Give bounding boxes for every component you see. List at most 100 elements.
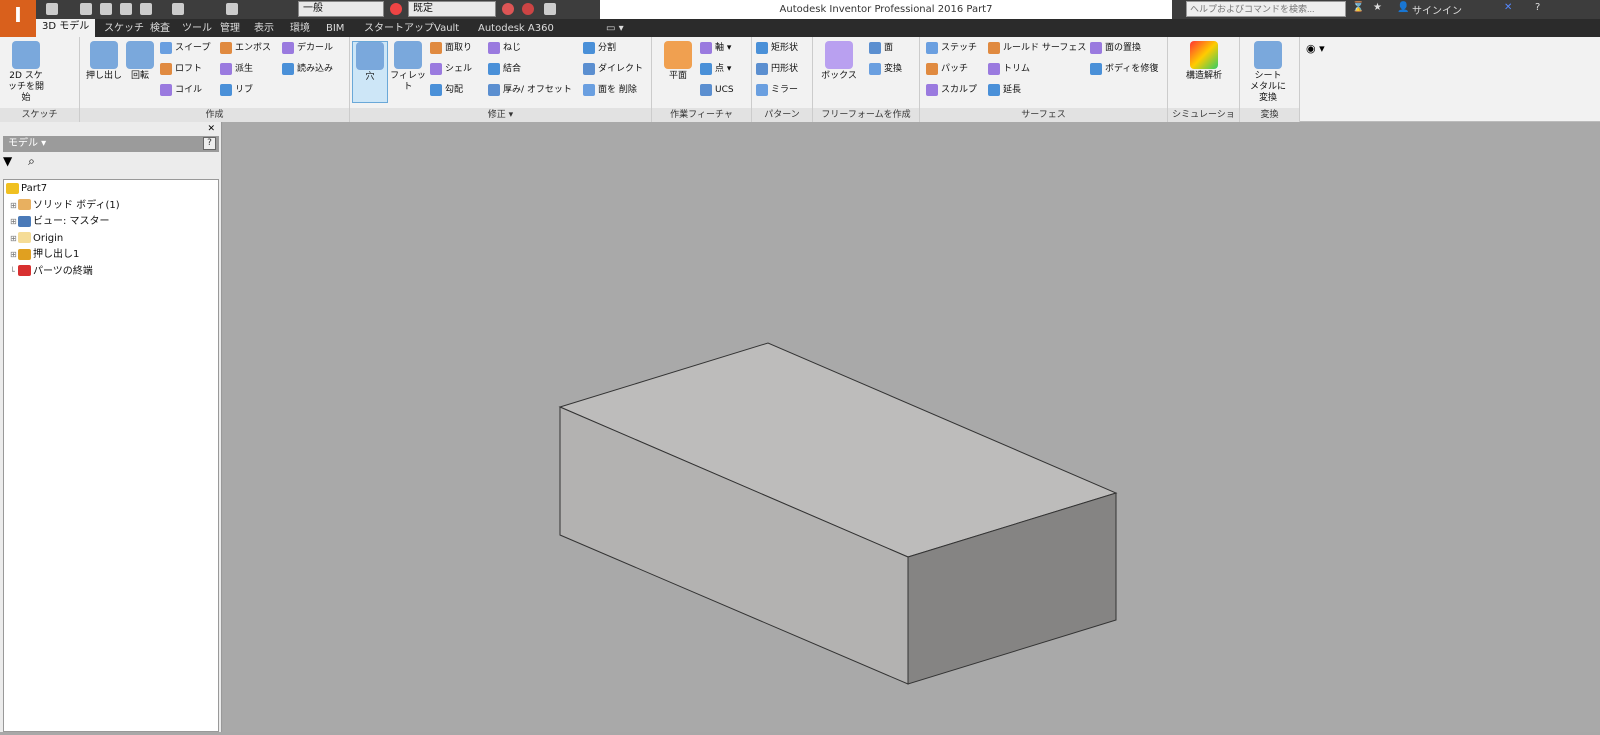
home-icon[interactable] (172, 3, 184, 15)
ribbon-icon (583, 83, 595, 96)
redo-icon[interactable] (140, 3, 152, 15)
ribbon-button-8-0[interactable]: シート メタルに変換 (1250, 41, 1286, 104)
ribbon-button-label: デカール (297, 43, 334, 53)
application-menu-button[interactable]: I (0, 0, 36, 37)
ribbon-button-5-0-1[interactable]: 変換 (869, 62, 902, 78)
tree-node[interactable]: ⊞ ソリッド ボディ(1) (10, 199, 120, 213)
ribbon-button-2-1-0[interactable]: ねじ (488, 41, 521, 57)
ribbon-button-6-2-0[interactable]: 面の置換 (1090, 41, 1141, 57)
help-icon[interactable]: ? (1535, 2, 1540, 13)
ribbon-button-1-0[interactable]: 押し出し (86, 41, 122, 82)
tab-10[interactable]: Autodesk A360 (472, 21, 560, 37)
user-icon[interactable]: 👤 (1397, 2, 1409, 13)
ribbon-button-6-0-0[interactable]: ステッチ (926, 41, 977, 57)
expand-icon[interactable]: ⊞ (10, 215, 18, 229)
filter-icon[interactable]: ▼ (3, 154, 12, 168)
ribbon-button-2-1-2[interactable]: 厚み/ オフセット (488, 83, 572, 99)
color-wheel-icon[interactable] (390, 3, 402, 15)
display-toggle-icon[interactable]: ▭ ▾ (600, 21, 630, 37)
tree-node[interactable]: ⊞ Origin (10, 232, 63, 246)
graphics-viewport[interactable] (223, 122, 1600, 732)
ribbon-button-2-2-2[interactable]: 面を 削除 (583, 83, 637, 99)
ribbon-button-2-0-0[interactable]: 面取り (430, 41, 472, 57)
ribbon-button-4-0-2[interactable]: ミラー (756, 83, 798, 99)
update-icon[interactable] (226, 3, 238, 15)
material-combo[interactable]: 既定 (408, 1, 496, 17)
tab-7[interactable]: BIM (320, 21, 350, 37)
help-icon[interactable]: ? (203, 137, 216, 150)
clear-override-icon[interactable] (502, 3, 514, 15)
tab-5[interactable]: 表示 (248, 21, 280, 37)
appearance-combo[interactable]: 一般 (298, 1, 384, 17)
tree-node[interactable]: Part7 (6, 182, 47, 196)
ribbon-button-2-0[interactable]: 穴 (352, 41, 388, 103)
ribbon-button-1-2-1[interactable]: 読み込み (282, 62, 333, 78)
ribbon-icon (664, 41, 692, 69)
ribbon-button-5-0[interactable]: ボックス (821, 41, 857, 82)
tab-3[interactable]: ツール (176, 21, 218, 37)
ribbon-button-1-2-0[interactable]: デカール (282, 41, 333, 57)
ribbon-button-0-0[interactable]: 2D スケッチを開始 (8, 41, 44, 104)
model-view[interactable] (223, 122, 1600, 732)
tree-node[interactable]: ⊞ ビュー: マスター (10, 215, 110, 229)
ribbon-button-6-0-1[interactable]: パッチ (926, 62, 968, 78)
expand-icon[interactable]: ⊞ (10, 248, 18, 262)
ribbon-button-6-1-1[interactable]: トリム (988, 62, 1030, 78)
exchange-icon[interactable]: ✕ (1504, 2, 1512, 13)
ribbon-button-2-1-1[interactable]: 結合 (488, 62, 521, 78)
ribbon-button-1-1-1[interactable]: 派生 (220, 62, 253, 78)
find-icon[interactable]: ⌕ (28, 154, 35, 168)
ribbon-button-1-1-0[interactable]: エンボス (220, 41, 271, 57)
tab-1[interactable]: スケッチ (98, 21, 150, 37)
ribbon-button-6-0-2[interactable]: スカルプ (926, 83, 977, 99)
tree-line[interactable]: └ (10, 265, 18, 279)
ribbon-group-label: 作業フィーチャ (652, 108, 751, 122)
ribbon-button-2-0-2[interactable]: 勾配 (430, 83, 463, 99)
open-icon[interactable] (80, 3, 92, 15)
ribbon-button-2-2-0[interactable]: 分割 (583, 41, 616, 57)
ribbon-button-1-0-1[interactable]: ロフト (160, 62, 202, 78)
ribbon-button-1-0-2[interactable]: コイル (160, 83, 202, 99)
favorites-icon[interactable]: ★ (1373, 2, 1382, 13)
expand-icon[interactable]: ⊞ (10, 232, 18, 246)
ribbon-button-1-0-0[interactable]: スイープ (160, 41, 210, 57)
tab-9[interactable]: Vault (428, 21, 465, 37)
adjust-icon[interactable] (522, 3, 534, 15)
ribbon-button-3-0-0[interactable]: 軸 ▾ (700, 41, 731, 57)
new-icon[interactable] (46, 3, 58, 15)
ribbon-button-2-1[interactable]: フィレット (390, 41, 426, 93)
ribbon-icon (160, 83, 172, 96)
close-icon[interactable]: ✕ (207, 124, 215, 134)
browser-title[interactable]: モデル ▾ (8, 138, 46, 149)
expand-icon[interactable]: ⊞ (10, 199, 18, 213)
ribbon-button-2-0-1[interactable]: シェル (430, 62, 472, 78)
tab-4[interactable]: 管理 (214, 21, 246, 37)
ribbon-button-label: 厚み/ オフセット (503, 85, 572, 95)
ribbon-button-4-0-1[interactable]: 円形状 (756, 62, 798, 78)
tab-2[interactable]: 検査 (144, 21, 176, 37)
ribbon-button-1-1[interactable]: 回転 (122, 41, 158, 82)
undo-icon[interactable] (120, 3, 132, 15)
save-icon[interactable] (100, 3, 112, 15)
ribbon-button-4-0-0[interactable]: 矩形状 (756, 41, 798, 57)
sign-in-link[interactable]: サインイン (1412, 2, 1462, 17)
ribbon-button-3-0-2[interactable]: UCS (700, 83, 734, 99)
tab-6[interactable]: 環境 (284, 21, 316, 37)
ribbon-button-6-1-2[interactable]: 延長 (988, 83, 1021, 99)
ribbon-button-3-0-1[interactable]: 点 ▾ (700, 62, 731, 78)
communication-icon[interactable]: ⌛ (1352, 2, 1364, 13)
ribbon-options-icon[interactable]: ◉ ▾ (1306, 42, 1325, 55)
ribbon-button-3-0[interactable]: 平面 (660, 41, 696, 82)
ribbon-button-2-2-1[interactable]: ダイレクト (583, 62, 643, 78)
tree-node[interactable]: └ パーツの終端 (10, 265, 93, 279)
tab-0[interactable]: 3D モデル (36, 19, 96, 37)
browser-header[interactable]: モデル ▾? (3, 136, 219, 152)
fx-icon[interactable] (544, 3, 556, 15)
ribbon-button-5-0-0[interactable]: 面 (869, 41, 893, 57)
ribbon-button-1-1-2[interactable]: リブ (220, 83, 253, 99)
help-search-input[interactable] (1186, 1, 1346, 17)
ribbon-button-7-0[interactable]: 構造解析 (1186, 41, 1222, 82)
ribbon-button-6-1-0[interactable]: ルールド サーフェス (988, 41, 1086, 57)
tree-node[interactable]: ⊞ 押し出し1 (10, 248, 79, 262)
ribbon-button-6-2-1[interactable]: ボディを修復 (1090, 62, 1158, 78)
